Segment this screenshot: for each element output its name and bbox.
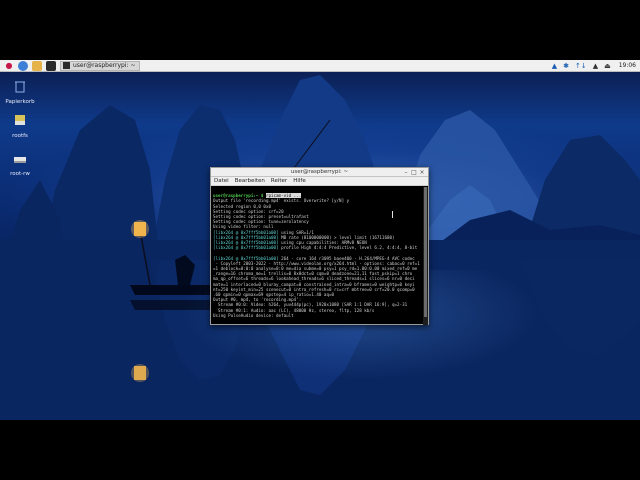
log-prefix: [libx264 @ 0x7fff5bb01a00] [213,245,279,251]
menu-bearbeiten[interactable]: Bearbeiten [235,178,265,184]
eject-icon[interactable]: ⏏ [604,62,611,70]
log-text: 264 - core 164 r3095 baee400 - H.264/MPE… [278,255,415,261]
bluetooth-icon[interactable]: ✱ [563,62,569,70]
desktop-icon-label: root-rw [10,171,30,177]
desktop-icon-rootfs[interactable]: rootfs [0,112,40,139]
desktop-icon-label: Papierkorb [5,99,35,105]
network-icon[interactable]: ▲ [552,62,557,70]
terminal-line: Stream #0:0: Video: h264, yuv444p(pc), 1… [213,302,408,308]
raspberry-menu-icon[interactable]: ● [4,61,14,71]
terminal-line: [libx264 @ 0x7fff5bb01a00] profile High … [213,245,422,250]
wifi-icon[interactable]: ↑↓ [575,62,587,70]
menu-reiter[interactable]: Reiter [271,178,287,184]
text-cursor-icon [392,211,393,218]
taskbar-task-label: user@raspberrypi: ~ [73,62,136,69]
log-prefix: [libx264 @ 0x7fff5bb01a00] [213,255,279,261]
terminal-icon[interactable] [46,60,56,71]
desktop-icon-trash[interactable]: Papierkorb [0,78,40,105]
menu-hilfe[interactable]: Hilfe [293,178,306,184]
minimize-icon[interactable]: – [402,169,410,176]
folder-icon[interactable] [32,60,42,71]
menu-bar: Datei Bearbeiten Reiter Hilfe [211,177,428,186]
maximize-icon[interactable]: □ [410,169,418,176]
window-title: user@raspberrypi: ~ [290,169,349,175]
taskbar-task-terminal[interactable]: user@raspberrypi: ~ [60,60,141,71]
terminal-line: Using PulseAudio device: default [213,312,294,318]
desktop-icon-label: rootfs [12,133,28,139]
system-tray: ▲ ✱ ↑↓ ▲ ⏏ 19:06 [546,60,640,72]
terminal-line: ma_qp_offset=6 threads=6 lookahead_threa… [213,276,415,282]
letterbox-top [0,0,640,60]
terminal-output[interactable]: user@raspberrypi:~ $ rpicam-vid ... Outpu… [211,187,424,325]
browser-icon[interactable] [18,60,28,71]
scrollbar-thumb[interactable] [424,187,427,317]
trash-icon [15,81,25,93]
drive-icon [15,115,25,125]
letterbox-bottom [0,420,640,480]
terminal-icon [63,62,70,69]
terminal-scrollbar[interactable] [423,187,428,325]
close-icon[interactable]: × [418,169,426,176]
clock[interactable]: 19:06 [619,62,636,69]
window-titlebar[interactable]: user@raspberrypi: ~ – □ × [211,168,428,177]
volume-icon[interactable]: ▲ [593,62,598,70]
desktop-icon-root-rw[interactable]: root-rw [0,150,40,177]
log-text: profile High 4:4:4 Predictive, level 6.2… [278,245,418,251]
drive-icon [14,157,26,163]
menu-datei[interactable]: Datei [214,178,229,184]
taskbar: ● user@raspberrypi: ~ ▲ ✱ ↑↓ ▲ ⏏ 19:06 [0,60,640,72]
terminal-window[interactable]: user@raspberrypi: ~ – □ × Datei Bearbeit… [210,167,429,325]
